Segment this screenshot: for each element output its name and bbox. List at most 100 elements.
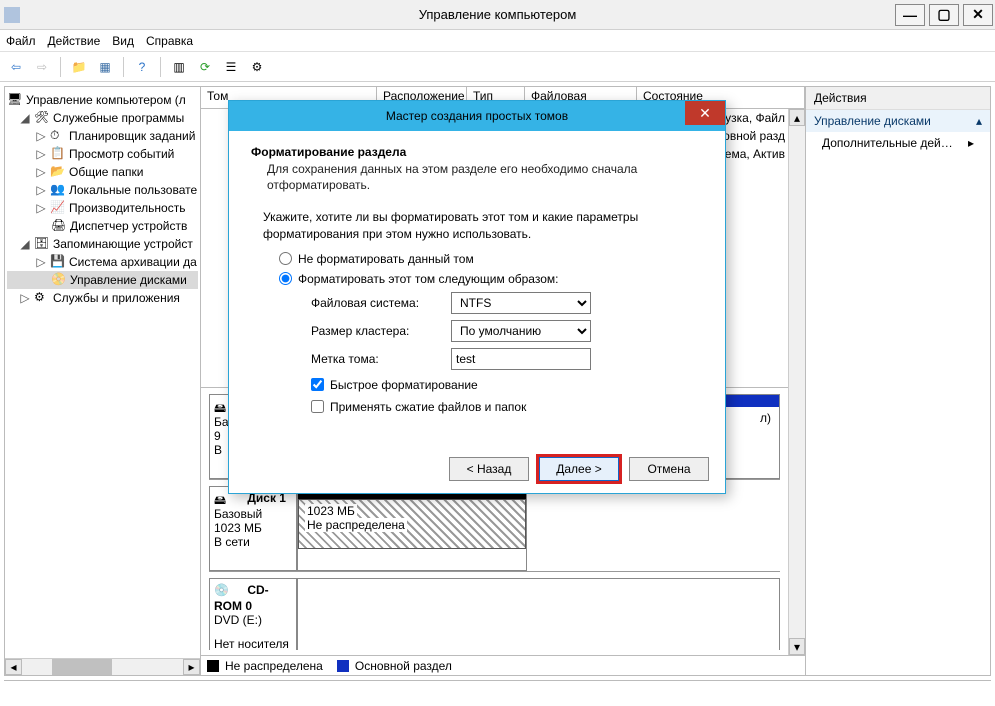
- expand-icon[interactable]: ▷: [35, 201, 47, 215]
- tree-hscrollbar[interactable]: ◂ ▸: [5, 658, 200, 675]
- clock-icon: ⏱: [50, 128, 66, 144]
- tools-icon: 🛠: [34, 110, 50, 126]
- menu-file[interactable]: Файл: [6, 34, 36, 48]
- expand-icon[interactable]: ▷: [35, 255, 47, 269]
- scroll-thumb[interactable]: [52, 659, 112, 675]
- expand-icon[interactable]: ▷: [35, 129, 47, 143]
- vol-row-2-state[interactable]: новной разд: [717, 129, 785, 143]
- back-button[interactable]: < Назад: [449, 457, 529, 481]
- menu-view[interactable]: Вид: [112, 34, 134, 48]
- help-icon[interactable]: ?: [132, 57, 152, 77]
- tree-users[interactable]: ▷ 👥 Локальные пользовате: [7, 181, 198, 199]
- view1-icon[interactable]: ▥: [169, 57, 189, 77]
- back-icon[interactable]: ⇦: [6, 57, 26, 77]
- expand-icon[interactable]: ▷: [35, 147, 47, 161]
- cluster-select[interactable]: По умолчанию: [451, 320, 591, 342]
- tree-services[interactable]: ▷ ⚙ Службы и приложения: [7, 289, 198, 307]
- settings-icon[interactable]: ⚙: [247, 57, 267, 77]
- scroll-up-icon[interactable]: ▴: [789, 109, 805, 126]
- tree-devmgr-label: Диспетчер устройств: [70, 219, 187, 233]
- legend-primary-label: Основной раздел: [355, 659, 452, 673]
- tree-perf[interactable]: ▷ 📈 Производительность: [7, 199, 198, 217]
- tree-users-label: Локальные пользовате: [69, 183, 197, 197]
- refresh-icon[interactable]: ⟳: [195, 57, 215, 77]
- services-icon: ⚙: [34, 290, 50, 306]
- tree-scheduler-label: Планировщик заданий: [69, 129, 195, 143]
- tree-utilities[interactable]: ◢ 🛠 Служебные программы: [7, 109, 198, 127]
- actions-more[interactable]: Дополнительные дей… ▸: [806, 132, 990, 154]
- disk1-size: 1023 МБ: [214, 521, 292, 535]
- folder-icon[interactable]: 📁: [69, 57, 89, 77]
- menubar: Файл Действие Вид Справка: [0, 30, 995, 52]
- fs-select[interactable]: NTFS: [451, 292, 591, 314]
- close-button[interactable]: ✕: [963, 4, 993, 26]
- menu-help[interactable]: Справка: [146, 34, 193, 48]
- tree-diskmgmt[interactable]: 📀 Управление дисками: [7, 271, 198, 289]
- disk1-unalloc[interactable]: 1023 МБ Не распределена: [297, 486, 527, 571]
- quick-format-label: Быстрое форматирование: [330, 378, 478, 392]
- volume-name-input[interactable]: [451, 348, 591, 370]
- tree-scheduler[interactable]: ▷ ⏱ Планировщик заданий: [7, 127, 198, 145]
- expand-icon[interactable]: ▷: [35, 183, 47, 197]
- cd-block[interactable]: 💿 CD-ROM 0 DVD (E:) Нет носителя: [209, 578, 780, 650]
- radio-do-format[interactable]: Форматировать этот том следующим образом…: [279, 272, 691, 286]
- wizard-titlebar[interactable]: Мастер создания простых томов ✕: [229, 101, 725, 131]
- collapse-icon[interactable]: ◢: [19, 111, 31, 125]
- scroll-left-icon[interactable]: ◂: [5, 659, 22, 675]
- wizard-close-button[interactable]: ✕: [685, 101, 725, 125]
- tree-devmgr[interactable]: 🖨 Диспетчер устройств: [7, 217, 198, 235]
- actions-more-label: Дополнительные дей…: [822, 136, 953, 150]
- radio-do-format-input[interactable]: [279, 272, 292, 285]
- maximize-button[interactable]: ▢: [929, 4, 959, 26]
- disk1-block[interactable]: 🖴 Диск 1 Базовый 1023 МБ В сети 1023 МБ …: [209, 486, 780, 572]
- scroll-down-icon[interactable]: ▾: [789, 638, 805, 655]
- tree-backup[interactable]: ▷ 💾 Система архивации да: [7, 253, 198, 271]
- vol-row-1-state[interactable]: рузка, Файл: [719, 111, 785, 125]
- list-icon[interactable]: ☰: [221, 57, 241, 77]
- compression-checkbox[interactable]: [311, 400, 324, 413]
- chevron-right-icon: ▸: [968, 136, 974, 150]
- radio-no-format[interactable]: Не форматировать данный том: [279, 252, 691, 266]
- device-icon: 🖨: [51, 218, 67, 234]
- actions-diskmgmt[interactable]: Управление дисками ▴: [806, 110, 990, 132]
- menu-action[interactable]: Действие: [48, 34, 101, 48]
- expand-icon[interactable]: ▷: [19, 291, 31, 305]
- users-icon: 👥: [50, 182, 66, 198]
- collapse-icon[interactable]: ◢: [19, 237, 31, 251]
- perf-icon: 📈: [50, 200, 66, 216]
- actions-panel: Действия Управление дисками ▴ Дополнител…: [806, 87, 990, 675]
- forward-icon[interactable]: ⇨: [32, 57, 52, 77]
- cancel-button[interactable]: Отмена: [629, 457, 709, 481]
- collapse-up-icon[interactable]: ▴: [976, 114, 982, 128]
- cd-icon: 💿: [214, 583, 244, 599]
- tree-perf-label: Производительность: [69, 201, 185, 215]
- disk-icon: 📀: [51, 272, 67, 288]
- event-icon: 📋: [50, 146, 66, 162]
- cd-kind: DVD (E:): [214, 613, 292, 627]
- next-button[interactable]: Далее >: [539, 457, 619, 481]
- legend-unalloc-label: Не распределена: [225, 659, 323, 673]
- properties-icon[interactable]: ▦: [95, 57, 115, 77]
- tree-shared[interactable]: ▷ 📂 Общие папки: [7, 163, 198, 181]
- tree-eventviewer[interactable]: ▷ 📋 Просмотр событий: [7, 145, 198, 163]
- disk0-size: 9: [214, 429, 221, 443]
- volume-label: Метка тома:: [311, 352, 451, 366]
- tree-root[interactable]: 🖥 Управление компьютером (л: [7, 91, 198, 109]
- radio-no-format-input[interactable]: [279, 252, 292, 265]
- vol-row-3-state[interactable]: тема, Актив: [719, 147, 785, 161]
- wizard-dialog: Мастер создания простых томов ✕ Форматир…: [228, 100, 726, 494]
- tree-storage[interactable]: ◢ 🗄 Запоминающие устройст: [7, 235, 198, 253]
- scroll-right-icon[interactable]: ▸: [183, 659, 200, 675]
- minimize-button[interactable]: —: [895, 4, 925, 26]
- actions-diskmgmt-label: Управление дисками: [814, 114, 931, 128]
- quick-format-checkbox[interactable]: [311, 378, 324, 391]
- radio-do-format-label: Форматировать этот том следующим образом…: [298, 272, 558, 286]
- tree-panel: 🖥 Управление компьютером (л ◢ 🛠 Служебны…: [5, 87, 201, 675]
- computer-icon: 🖥: [7, 92, 23, 108]
- expand-icon[interactable]: ▷: [35, 165, 47, 179]
- volume-vscrollbar[interactable]: ▴ ▾: [788, 109, 805, 655]
- tree-storage-label: Запоминающие устройст: [53, 237, 193, 251]
- tree-root-label: Управление компьютером (л: [26, 93, 186, 107]
- app-icon: [4, 7, 20, 23]
- toolbar: ⇦ ⇨ 📁 ▦ ? ▥ ⟳ ☰ ⚙: [0, 52, 995, 82]
